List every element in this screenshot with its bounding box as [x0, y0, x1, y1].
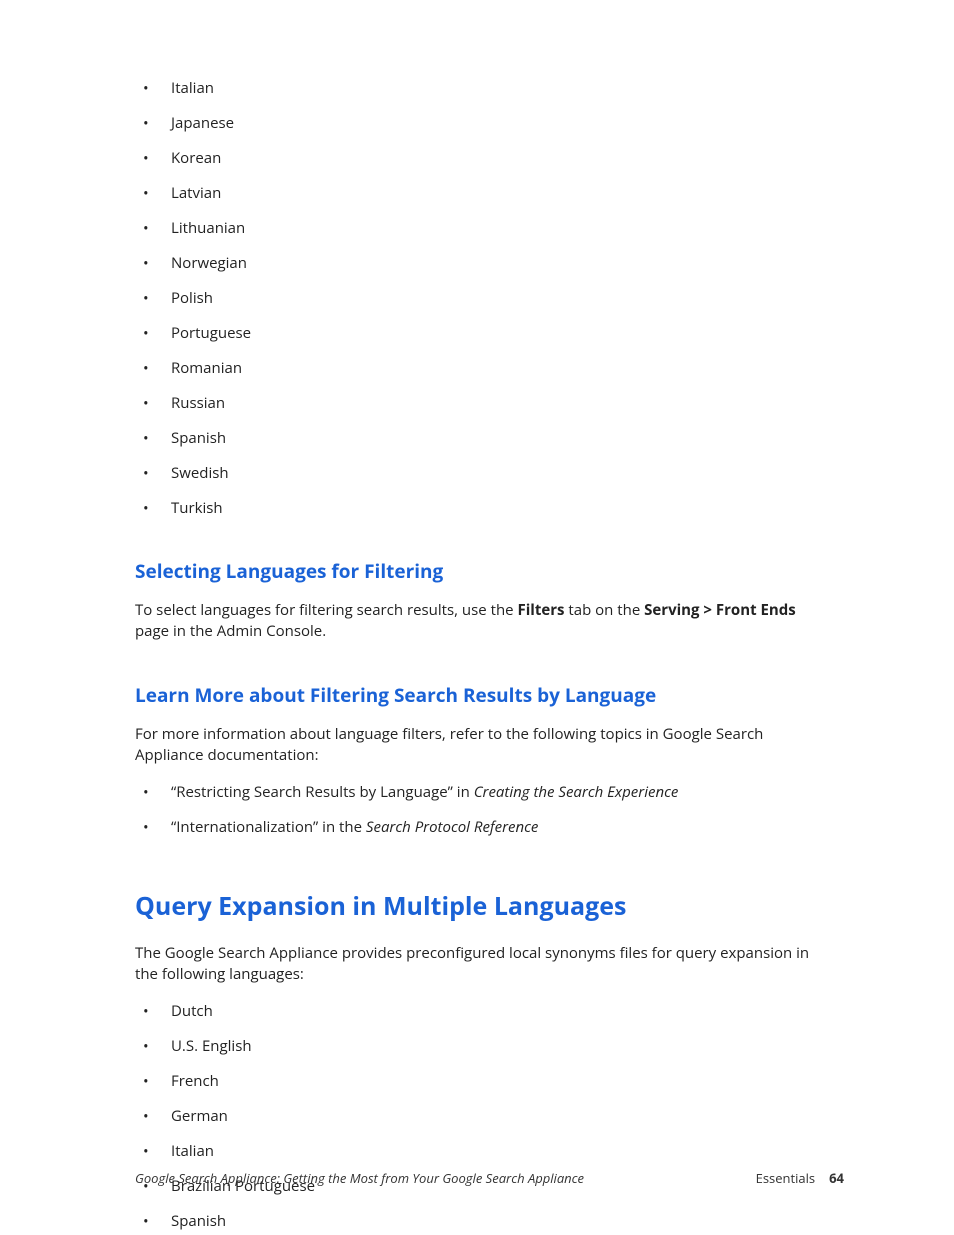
list-item: Turkish — [143, 498, 819, 518]
text-fragment: To select languages for filtering search… — [135, 600, 517, 620]
footer-right: Essentials 64 — [756, 1169, 844, 1187]
footer-section-label: Essentials — [756, 1169, 816, 1187]
list-item: Lithuanian — [143, 218, 819, 238]
italic-title: Creating the Search Experience — [474, 782, 679, 802]
expansion-language-list: DutchU.S. EnglishFrenchGermanItalianBraz… — [143, 1001, 819, 1231]
text-fragment: “Restricting Search Results by Language”… — [171, 782, 474, 802]
list-item: Spanish — [143, 1211, 819, 1231]
list-item: Italian — [143, 1141, 819, 1161]
main-heading-query-expansion: Query Expansion in Multiple Languages — [135, 889, 819, 923]
list-item: French — [143, 1071, 819, 1091]
section2-paragraph: For more information about language filt… — [135, 724, 819, 766]
list-item: Italian — [143, 78, 819, 98]
list-item: “Restricting Search Results by Language”… — [143, 782, 819, 802]
list-item: Dutch — [143, 1001, 819, 1021]
text-fragment: tab on the — [565, 600, 645, 620]
footer-page-number: 64 — [829, 1169, 844, 1187]
footer-doc-title: Google Search Appliance: Getting the Mos… — [135, 1169, 584, 1187]
list-item: Romanian — [143, 358, 819, 378]
list-item: Korean — [143, 148, 819, 168]
italic-title: Search Protocol Reference — [366, 817, 538, 837]
page-footer: Google Search Appliance: Getting the Mos… — [135, 1169, 844, 1187]
document-page: Italian Japanese Korean Latvian Lithuanian No… — [0, 0, 954, 1231]
text-fragment: “Internationalization” in the — [171, 817, 366, 837]
list-item: “Internationalization” in the Search Pro… — [143, 817, 819, 837]
list-item: German — [143, 1106, 819, 1126]
section1-paragraph: To select languages for filtering search… — [135, 600, 819, 642]
bold-serving-frontends: Serving > Front Ends — [644, 600, 796, 620]
reference-list: “Restricting Search Results by Language”… — [143, 782, 819, 837]
list-item: Russian — [143, 393, 819, 413]
list-item: Norwegian — [143, 253, 819, 273]
filter-language-list: Italian Japanese Korean Latvian Lithuanian No… — [143, 78, 819, 518]
list-item: Polish — [143, 288, 819, 308]
section3-paragraph: The Google Search Appliance provides pre… — [135, 943, 819, 985]
section-heading-selecting: Selecting Languages for Filtering — [135, 558, 819, 584]
section-heading-learn-more: Learn More about Filtering Search Result… — [135, 682, 819, 708]
text-fragment: page in the Admin Console. — [135, 621, 326, 641]
list-item: Swedish — [143, 463, 819, 483]
list-item: U.S. English — [143, 1036, 819, 1056]
list-item: Portuguese — [143, 323, 819, 343]
list-item: Latvian — [143, 183, 819, 203]
list-item: Spanish — [143, 428, 819, 448]
list-item: Japanese — [143, 113, 819, 133]
bold-filters: Filters — [517, 600, 564, 620]
